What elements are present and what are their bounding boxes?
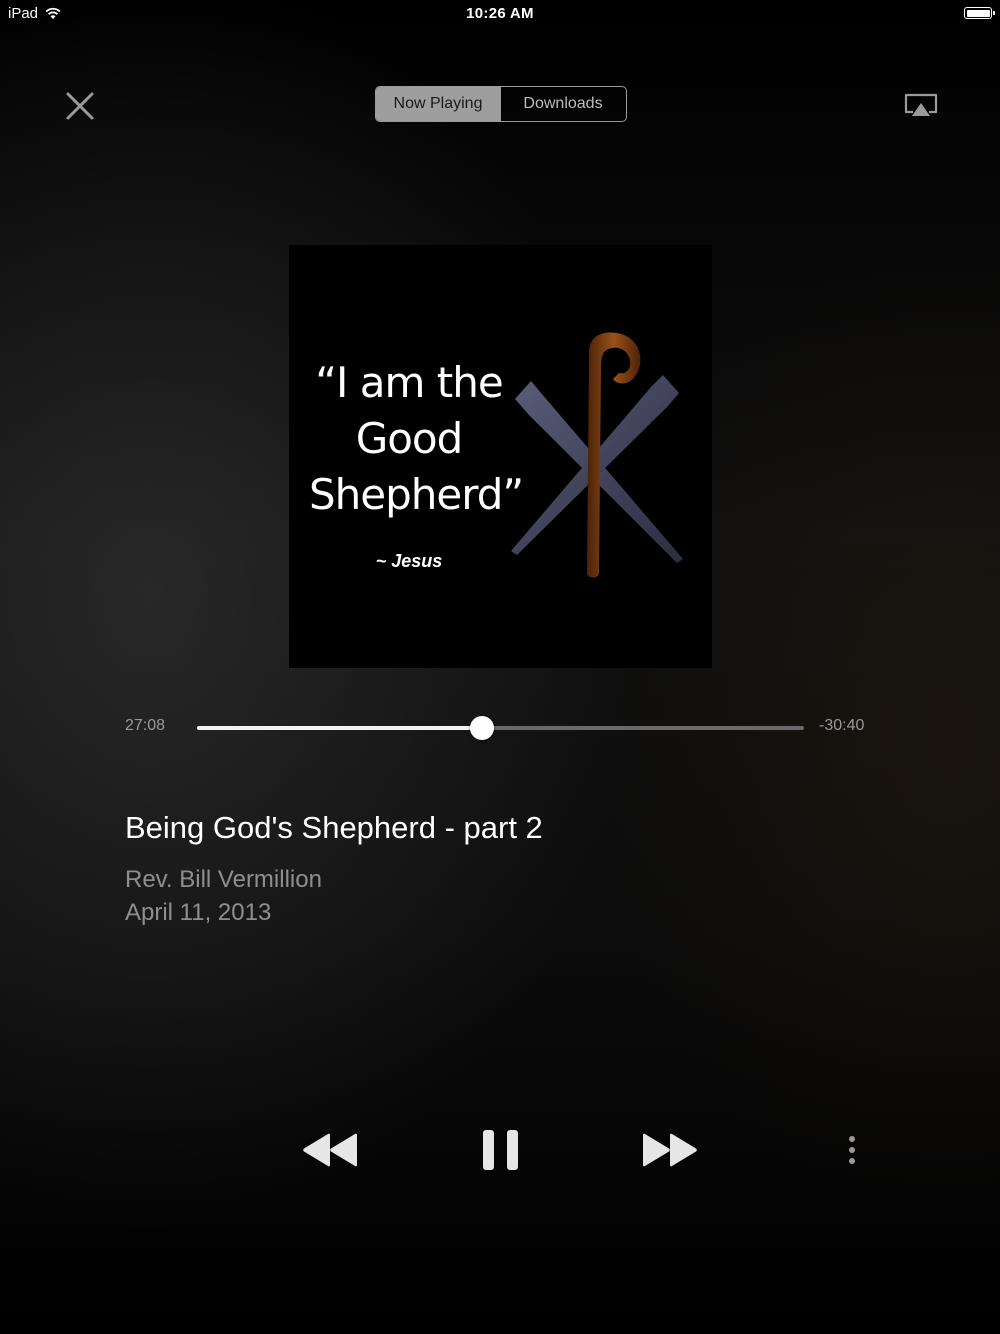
artwork-quote-line: Shepherd” <box>309 470 524 519</box>
scrubber-progress <box>197 726 483 730</box>
view-segmented-control: Now Playing Downloads <box>375 86 627 122</box>
more-options-button[interactable] <box>840 1132 864 1168</box>
album-artwork: “I am the Good Shepherd” ~ Jesus <box>289 245 712 668</box>
more-vertical-icon <box>849 1136 855 1164</box>
close-icon <box>66 92 94 120</box>
pause-button[interactable] <box>480 1128 522 1172</box>
status-time: 10:26 AM <box>466 5 534 22</box>
artwork-attribution: ~ Jesus <box>375 551 443 571</box>
track-artist: Rev. Bill Vermillion <box>125 866 322 893</box>
elapsed-time: 27:08 <box>125 717 166 734</box>
fast-forward-button[interactable] <box>640 1130 700 1170</box>
airplay-button[interactable] <box>902 90 940 120</box>
airplay-icon <box>904 93 938 116</box>
fast-forward-icon <box>643 1133 697 1167</box>
pause-icon <box>483 1130 518 1170</box>
shepherd-staff-and-nails-image <box>511 332 683 578</box>
track-title: Being God's Shepherd - part 2 <box>125 810 543 845</box>
scrubber-thumb[interactable] <box>470 716 495 740</box>
remaining-time: -30:40 <box>819 717 865 734</box>
artwork-quote-line: Good <box>355 414 464 463</box>
artwork-quote: “I am the Good Shepherd” <box>309 355 524 523</box>
track-date: April 11, 2013 <box>125 899 272 926</box>
status-bar: iPad 10:26 AM <box>0 0 1000 28</box>
rewind-icon <box>303 1133 357 1167</box>
artwork-quote-line: “I am the <box>315 358 503 407</box>
battery-full-icon <box>964 7 995 19</box>
tab-downloads[interactable]: Downloads <box>500 87 625 121</box>
playback-scrubber[interactable] <box>197 716 804 740</box>
tab-now-playing[interactable]: Now Playing <box>376 87 500 121</box>
now-playing-screen: iPad 10:26 AM Now Playing Downloads “I a… <box>0 0 1000 1334</box>
rewind-button[interactable] <box>300 1130 360 1170</box>
close-button[interactable] <box>62 88 98 124</box>
